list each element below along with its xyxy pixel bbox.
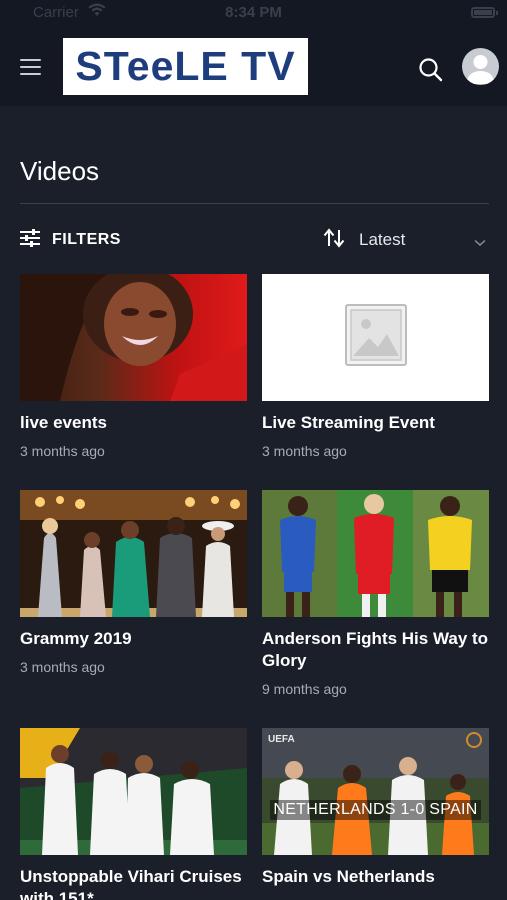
video-card[interactable]: Unstoppable Vihari Cruises with 151* [20, 728, 247, 900]
video-thumbnail[interactable] [20, 490, 247, 617]
video-time: 3 months ago [262, 443, 347, 459]
hamburger-menu-icon[interactable] [20, 59, 41, 77]
logo-text: STeeLE TV [75, 43, 296, 89]
battery-icon [471, 7, 498, 18]
page-title: Videos [20, 156, 100, 186]
filters-button[interactable]: FILTERS [20, 226, 121, 254]
video-thumbnail[interactable]: UEFA NETHERLANDS 1-0 SPAIN [262, 728, 489, 855]
video-title[interactable]: Anderson Fights His Way to Glory [262, 628, 489, 672]
video-title[interactable]: Spain vs Netherlands [262, 866, 489, 888]
user-avatar-icon[interactable] [462, 48, 499, 85]
sort-arrows-icon [323, 227, 345, 253]
thumbnail-brand-text: UEFA [268, 734, 295, 745]
app-header: STeeLE TV [0, 26, 507, 106]
filters-icon [20, 228, 40, 252]
video-card[interactable]: Anderson Fights His Way to Glory 9 month… [262, 490, 489, 697]
chevron-down-icon [474, 234, 486, 252]
sort-dropdown[interactable]: Latest [323, 226, 489, 254]
video-thumbnail[interactable] [20, 728, 247, 855]
video-card[interactable]: Live Streaming Event 3 months ago [262, 274, 489, 459]
title-divider [20, 203, 489, 204]
image-placeholder-icon [344, 304, 407, 371]
status-time: 8:34 PM [225, 4, 282, 21]
search-icon[interactable] [418, 57, 444, 83]
filters-label: FILTERS [52, 231, 121, 248]
video-card[interactable]: UEFA NETHERLANDS 1-0 SPAIN Spain vs Neth… [262, 728, 489, 897]
video-time: 9 months ago [262, 681, 347, 697]
video-thumbnail[interactable] [262, 274, 489, 401]
video-title[interactable]: Grammy 2019 [20, 628, 247, 650]
video-time: 3 months ago [20, 443, 105, 459]
video-card[interactable]: live events 3 months ago [20, 274, 247, 459]
status-bar: Carrier 8:34 PM [0, 0, 507, 26]
video-card[interactable]: Grammy 2019 3 months ago [20, 490, 247, 675]
video-thumbnail[interactable] [20, 274, 247, 401]
video-thumbnail[interactable] [262, 490, 489, 617]
video-title[interactable]: Live Streaming Event [262, 412, 489, 434]
sort-value: Latest [359, 230, 406, 249]
video-title[interactable]: live events [20, 412, 247, 434]
thumbnail-overlay-text: NETHERLANDS 1-0 SPAIN [270, 800, 481, 820]
video-time: 3 months ago [20, 659, 105, 675]
video-title[interactable]: Unstoppable Vihari Cruises with 151* [20, 866, 247, 900]
app-logo[interactable]: STeeLE TV [63, 38, 308, 95]
